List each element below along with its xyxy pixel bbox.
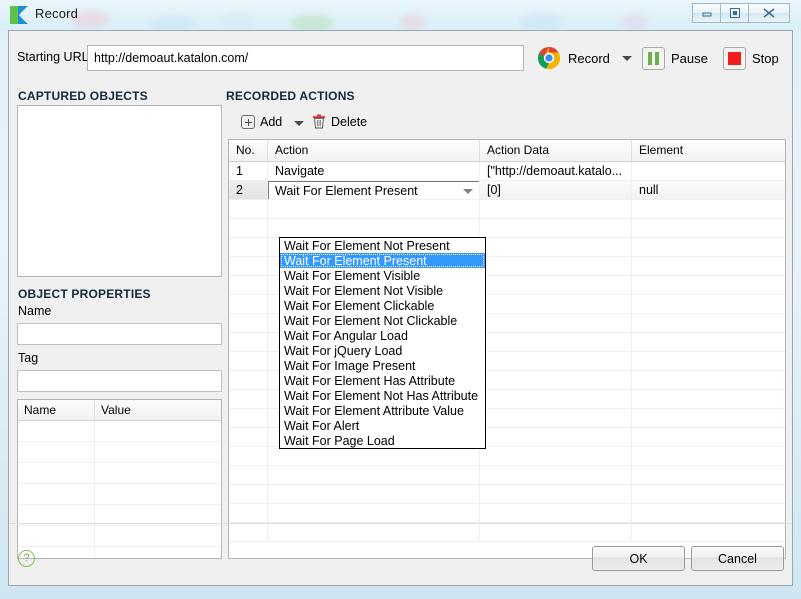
chevron-down-icon[interactable] bbox=[294, 121, 304, 126]
object-properties-table[interactable]: Name Value bbox=[17, 399, 222, 559]
trash-icon[interactable] bbox=[312, 114, 326, 129]
column-header-name: Name bbox=[18, 400, 95, 420]
table-row[interactable] bbox=[229, 219, 785, 238]
record-button-label[interactable]: Record bbox=[568, 51, 610, 66]
close-button[interactable] bbox=[748, 3, 790, 23]
table-row[interactable] bbox=[229, 447, 785, 466]
dropdown-option[interactable]: Wait For Element Not Visible bbox=[280, 283, 485, 298]
chevron-down-icon[interactable] bbox=[622, 56, 632, 61]
column-header-no: No. bbox=[229, 140, 268, 161]
cell-action[interactable]: Navigate bbox=[268, 162, 480, 181]
dropdown-option[interactable]: Wait For Image Present bbox=[280, 358, 485, 373]
action-combobox[interactable]: Wait For Element Present bbox=[268, 181, 479, 199]
table-row[interactable] bbox=[18, 526, 221, 547]
object-tag-label: Tag bbox=[18, 351, 39, 365]
table-header-row: Name Value bbox=[18, 400, 221, 421]
starting-url-label: Starting URL bbox=[17, 50, 89, 64]
dropdown-option[interactable]: Wait For Element Not Present bbox=[280, 238, 485, 253]
plus-circle-icon[interactable] bbox=[241, 115, 255, 129]
column-header-value: Value bbox=[101, 403, 131, 417]
recorded-actions-heading: RECORDED ACTIONS bbox=[226, 89, 355, 103]
action-dropdown-list[interactable]: Wait For Element Not Present Wait For El… bbox=[279, 237, 486, 449]
table-row[interactable] bbox=[229, 200, 785, 219]
chevron-down-icon[interactable] bbox=[463, 189, 473, 194]
object-name-input[interactable] bbox=[17, 323, 222, 345]
record-dialog: Starting URL Record Pause Stop CAPTURED … bbox=[8, 30, 793, 586]
pause-button-label[interactable]: Pause bbox=[671, 51, 708, 66]
table-row[interactable] bbox=[18, 442, 221, 463]
dropdown-option[interactable]: Wait For Element Visible bbox=[280, 268, 485, 283]
record-window: Record Starting URL http://demoaut.katal… bbox=[0, 0, 801, 599]
cell-element[interactable] bbox=[632, 162, 785, 181]
starting-url-input[interactable] bbox=[87, 45, 524, 71]
stop-icon[interactable] bbox=[723, 47, 746, 70]
object-properties-heading: OBJECT PROPERTIES bbox=[18, 287, 151, 301]
add-button[interactable]: Add bbox=[260, 115, 282, 129]
pause-icon[interactable] bbox=[642, 47, 665, 70]
dropdown-option[interactable]: Wait For Element Has Attribute bbox=[280, 373, 485, 388]
dropdown-option[interactable]: Wait For Element Not Clickable bbox=[280, 313, 485, 328]
table-row[interactable] bbox=[229, 523, 785, 542]
title-bar: Record bbox=[0, 0, 801, 31]
dropdown-option[interactable]: Wait For Alert bbox=[280, 418, 485, 433]
cell-no: 1 bbox=[229, 162, 268, 181]
table-row[interactable] bbox=[18, 484, 221, 505]
action-combobox-value: Wait For Element Present bbox=[275, 184, 418, 198]
dropdown-option[interactable]: Wait For Angular Load bbox=[280, 328, 485, 343]
cell-action-editor[interactable]: Wait For Element Present bbox=[268, 181, 480, 200]
dropdown-option[interactable]: Wait For Page Load bbox=[280, 433, 485, 448]
table-row[interactable] bbox=[18, 421, 221, 442]
table-header-row: No. Action Action Data Element bbox=[229, 140, 785, 162]
ok-button[interactable]: OK bbox=[592, 546, 685, 571]
help-question-icon[interactable]: ? bbox=[18, 550, 35, 567]
table-row[interactable] bbox=[18, 547, 221, 558]
captured-objects-heading: CAPTURED OBJECTS bbox=[18, 89, 148, 103]
cell-no: 2 bbox=[229, 181, 268, 200]
cell-action-data[interactable]: [0] bbox=[480, 181, 632, 200]
cancel-button[interactable]: Cancel bbox=[691, 546, 784, 571]
window-title: Record bbox=[35, 6, 79, 21]
table-row[interactable] bbox=[229, 466, 785, 485]
chrome-icon bbox=[537, 46, 561, 70]
dropdown-option[interactable]: Wait For jQuery Load bbox=[280, 343, 485, 358]
table-row[interactable]: 2 Wait For Element Present [0] null bbox=[229, 181, 785, 200]
column-header-action: Action bbox=[268, 140, 480, 161]
minimize-button[interactable] bbox=[692, 3, 720, 23]
object-name-label: Name bbox=[18, 304, 52, 318]
katalon-k-logo bbox=[9, 5, 29, 25]
table-row[interactable] bbox=[229, 485, 785, 504]
dropdown-option[interactable]: Wait For Element Clickable bbox=[280, 298, 485, 313]
delete-button[interactable]: Delete bbox=[331, 115, 367, 129]
object-tag-input[interactable] bbox=[17, 370, 222, 392]
maximize-button[interactable] bbox=[720, 3, 748, 23]
dropdown-option[interactable]: Wait For Element Attribute Value bbox=[280, 403, 485, 418]
cell-element[interactable]: null bbox=[632, 181, 785, 200]
footer-divider bbox=[9, 523, 792, 524]
cell-action-data[interactable]: ["http://demoaut.katalo... bbox=[480, 162, 632, 181]
dropdown-option-selected[interactable]: Wait For Element Present bbox=[280, 253, 485, 268]
column-header-action-data: Action Data bbox=[480, 140, 632, 161]
captured-objects-list[interactable] bbox=[17, 105, 222, 277]
column-header-element: Element bbox=[639, 143, 684, 157]
table-row[interactable]: 1 Navigate ["http://demoaut.katalo... bbox=[229, 162, 785, 181]
stop-button-label[interactable]: Stop bbox=[752, 51, 779, 66]
table-row[interactable] bbox=[18, 463, 221, 484]
table-row[interactable] bbox=[229, 504, 785, 523]
dropdown-option[interactable]: Wait For Element Not Has Attribute bbox=[280, 388, 485, 403]
